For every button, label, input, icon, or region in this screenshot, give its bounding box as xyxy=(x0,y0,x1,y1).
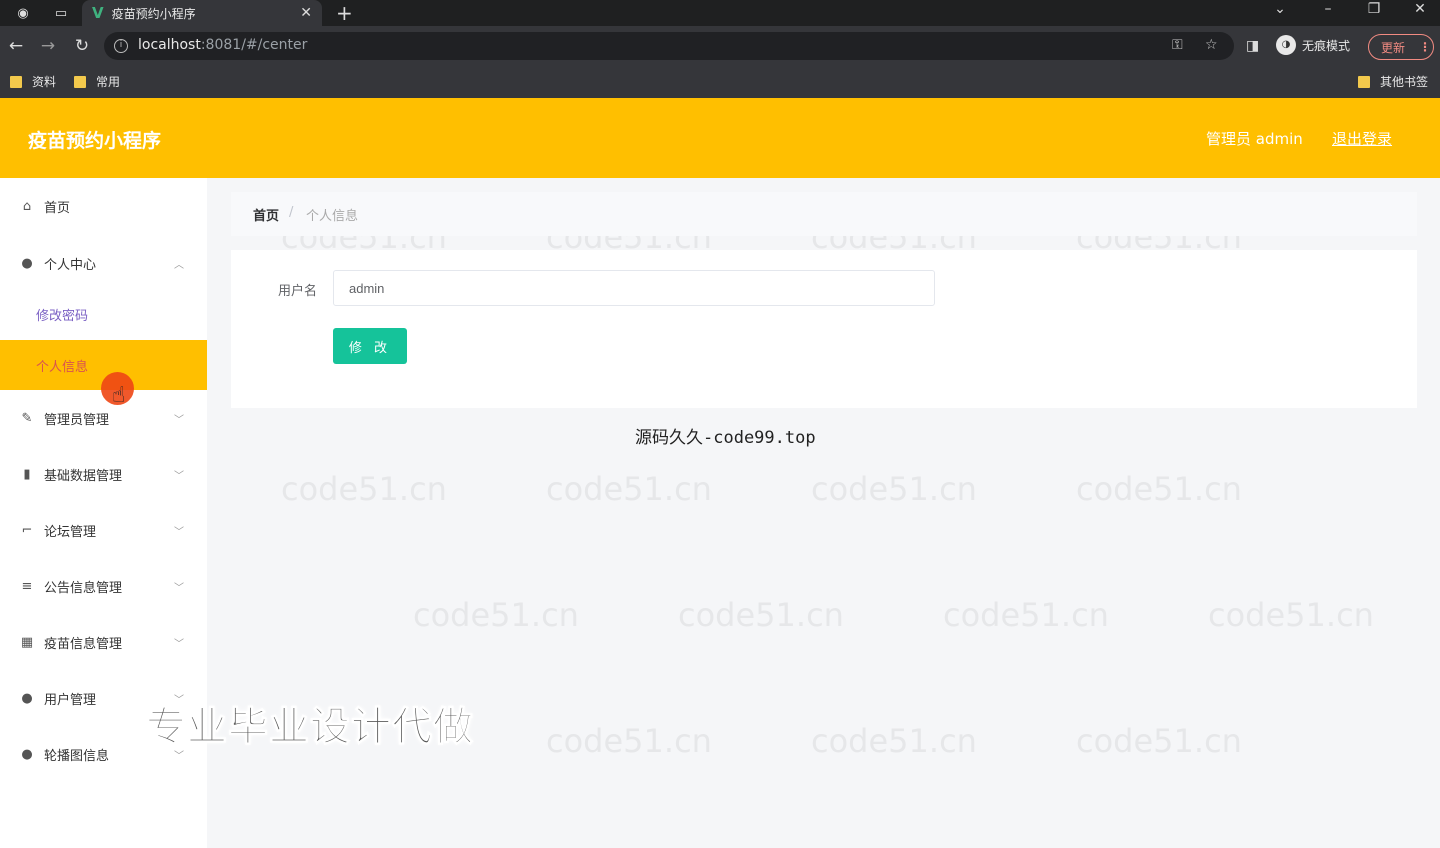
sidebar-item-label: 疫苗信息管理 xyxy=(44,636,123,652)
user-icon: ● xyxy=(21,746,33,762)
chevron-down-icon: ﹀ xyxy=(174,582,184,594)
grid-icon: ▦ xyxy=(20,634,34,650)
sidebar-item-label: 公告信息管理 xyxy=(44,580,123,596)
user-icon: ● xyxy=(21,255,33,271)
submit-button[interactable]: 修 改 xyxy=(333,328,407,364)
close-tab-icon[interactable]: ✕ xyxy=(300,5,312,21)
sidebar-item-home[interactable]: ⌂ 首页 xyxy=(0,186,207,226)
hand-cursor-icon: ☝ xyxy=(112,383,126,408)
sidebar-item-label: 用户管理 xyxy=(44,692,97,708)
username-input[interactable] xyxy=(333,270,935,306)
sidebar-item-forum[interactable]: ⌐ 论坛管理 ﹀ xyxy=(0,510,207,550)
chevron-down-icon: ﹀ xyxy=(174,414,184,426)
bookmark-folder[interactable]: 常用 xyxy=(74,73,120,90)
chart-icon: ▮ xyxy=(23,466,31,482)
sidebar-item-label: 基础数据管理 xyxy=(44,468,123,484)
sidebar-item-admin-management[interactable]: ✎ 管理员管理 ﹀ xyxy=(0,398,207,438)
watermark: code51.cn xyxy=(943,596,1109,634)
close-window-icon[interactable]: ✕ xyxy=(1410,1,1430,17)
address-bar[interactable]: i localhost:8081/#/center ⚿ ☆ xyxy=(104,32,1234,60)
home-icon: ⌂ xyxy=(22,198,32,214)
update-label: 更新 xyxy=(1381,40,1406,55)
tab-search-icon[interactable]: ▭ xyxy=(52,4,70,22)
side-panel-icon[interactable]: ◨ xyxy=(1246,38,1259,54)
sidebar-item-label: 首页 xyxy=(44,200,71,216)
crop-icon: ⌐ xyxy=(21,522,33,538)
watermark: code51.cn xyxy=(546,470,712,508)
incognito-icon: ◑ xyxy=(1276,35,1296,55)
vue-favicon-icon: V xyxy=(92,4,104,22)
incognito-label: 无痕模式 xyxy=(1302,38,1351,53)
sidebar-item-label: 个人中心 xyxy=(44,257,97,273)
folder-icon xyxy=(1358,75,1370,88)
pen-icon: ✎ xyxy=(21,410,33,426)
user-icon: ● xyxy=(21,690,33,706)
watermark: code51.cn xyxy=(281,470,447,508)
sidebar-item-basic-data[interactable]: ▮ 基础数据管理 ﹀ xyxy=(0,454,207,494)
folder-icon xyxy=(10,75,22,88)
sidebar-item-personal-center[interactable]: ● 个人中心 ︿ xyxy=(0,243,207,283)
restore-icon[interactable]: ❐ xyxy=(1364,1,1384,17)
promo-overlay-text: 专业毕业设计代做 xyxy=(146,704,474,751)
breadcrumb-home[interactable]: 首页 xyxy=(253,205,279,224)
browser-tabbar: ◉ ▭ V 疫苗预约小程序 ✕ + ⌄ – ❐ ✕ xyxy=(0,0,1440,26)
breadcrumb-separator: / xyxy=(289,205,294,220)
folder-icon xyxy=(74,75,86,88)
logout-link[interactable]: 退出登录 xyxy=(1332,128,1392,149)
watermark: code51.cn xyxy=(811,470,977,508)
watermark: code51.cn xyxy=(1208,596,1374,634)
sidebar-subitem-change-password[interactable]: 修改密码 xyxy=(0,289,207,339)
browser-tab[interactable]: V 疫苗预约小程序 ✕ xyxy=(82,0,322,26)
breadcrumb: 首页 / 个人信息 xyxy=(231,192,1417,236)
chevron-up-icon: ︿ xyxy=(174,259,184,271)
app-header: 疫苗预约小程序 管理员 admin 退出登录 xyxy=(0,98,1440,178)
sidebar-item-announcements[interactable]: ≡ 公告信息管理 ﹀ xyxy=(0,566,207,606)
bookmark-folder[interactable]: 资料 xyxy=(10,73,56,90)
minimize-icon[interactable]: – xyxy=(1318,1,1338,17)
bookmark-label: 常用 xyxy=(96,75,121,89)
username-label: 用户名 xyxy=(278,284,318,299)
tab-title: 疫苗预约小程序 xyxy=(111,6,196,21)
chevron-down-icon: ﹀ xyxy=(174,638,184,650)
watermark: code51.cn xyxy=(413,596,579,634)
profile-form: 用户名 修 改 xyxy=(231,250,1417,408)
bookmarks-bar: 资料 常用 其他书签 xyxy=(0,66,1440,98)
watermark: code51.cn xyxy=(811,722,977,760)
back-icon[interactable]: ← xyxy=(6,36,26,56)
chevron-down-icon[interactable]: ⌄ xyxy=(1270,1,1290,17)
chevron-down-icon: ﹀ xyxy=(174,526,184,538)
sidebar-item-vaccine-info[interactable]: ▦ 疫苗信息管理 ﹀ xyxy=(0,622,207,662)
key-icon[interactable]: ⚿ xyxy=(1172,37,1183,53)
new-tab-button[interactable]: + xyxy=(336,1,353,25)
sidebar-item-label: 论坛管理 xyxy=(44,524,97,540)
app-title: 疫苗预约小程序 xyxy=(28,130,162,152)
watermark: code51.cn xyxy=(678,596,844,634)
video-caption: 源码久久-code99.top xyxy=(635,428,816,448)
url-text[interactable]: localhost:8081/#/center xyxy=(138,37,307,53)
sidebar-item-label: 管理员管理 xyxy=(44,412,110,428)
update-button[interactable]: 更新 ⋮ xyxy=(1368,34,1434,60)
menu-dots-icon: ⋮ xyxy=(1419,40,1432,54)
breadcrumb-current: 个人信息 xyxy=(306,209,359,224)
reload-icon[interactable]: ↻ xyxy=(72,36,92,56)
other-bookmarks[interactable]: 其他书签 xyxy=(1358,73,1428,90)
list-icon: ≡ xyxy=(21,578,33,594)
watermark: code51.cn xyxy=(1076,470,1242,508)
forward-icon[interactable]: → xyxy=(38,36,58,56)
bookmark-label: 其他书签 xyxy=(1380,75,1429,89)
site-info-icon[interactable]: i xyxy=(114,39,128,53)
url-host: localhost xyxy=(138,37,201,53)
chevron-down-icon: ﹀ xyxy=(174,470,184,482)
star-icon[interactable]: ☆ xyxy=(1205,37,1218,53)
watermark: code51.cn xyxy=(1076,722,1242,760)
bookmark-label: 资料 xyxy=(32,75,57,89)
sidebar-item-label: 轮播图信息 xyxy=(44,748,110,764)
watermark: code51.cn xyxy=(546,722,712,760)
browser-toolbar: ← → ↻ i localhost:8081/#/center ⚿ ☆ ◨ ◑ … xyxy=(0,26,1440,66)
incognito-indicator[interactable]: ◑ 无痕模式 xyxy=(1276,35,1350,55)
globe-icon[interactable]: ◉ xyxy=(14,4,32,22)
current-user: 管理员 admin xyxy=(1206,130,1303,148)
url-path: :8081/#/center xyxy=(200,37,308,53)
